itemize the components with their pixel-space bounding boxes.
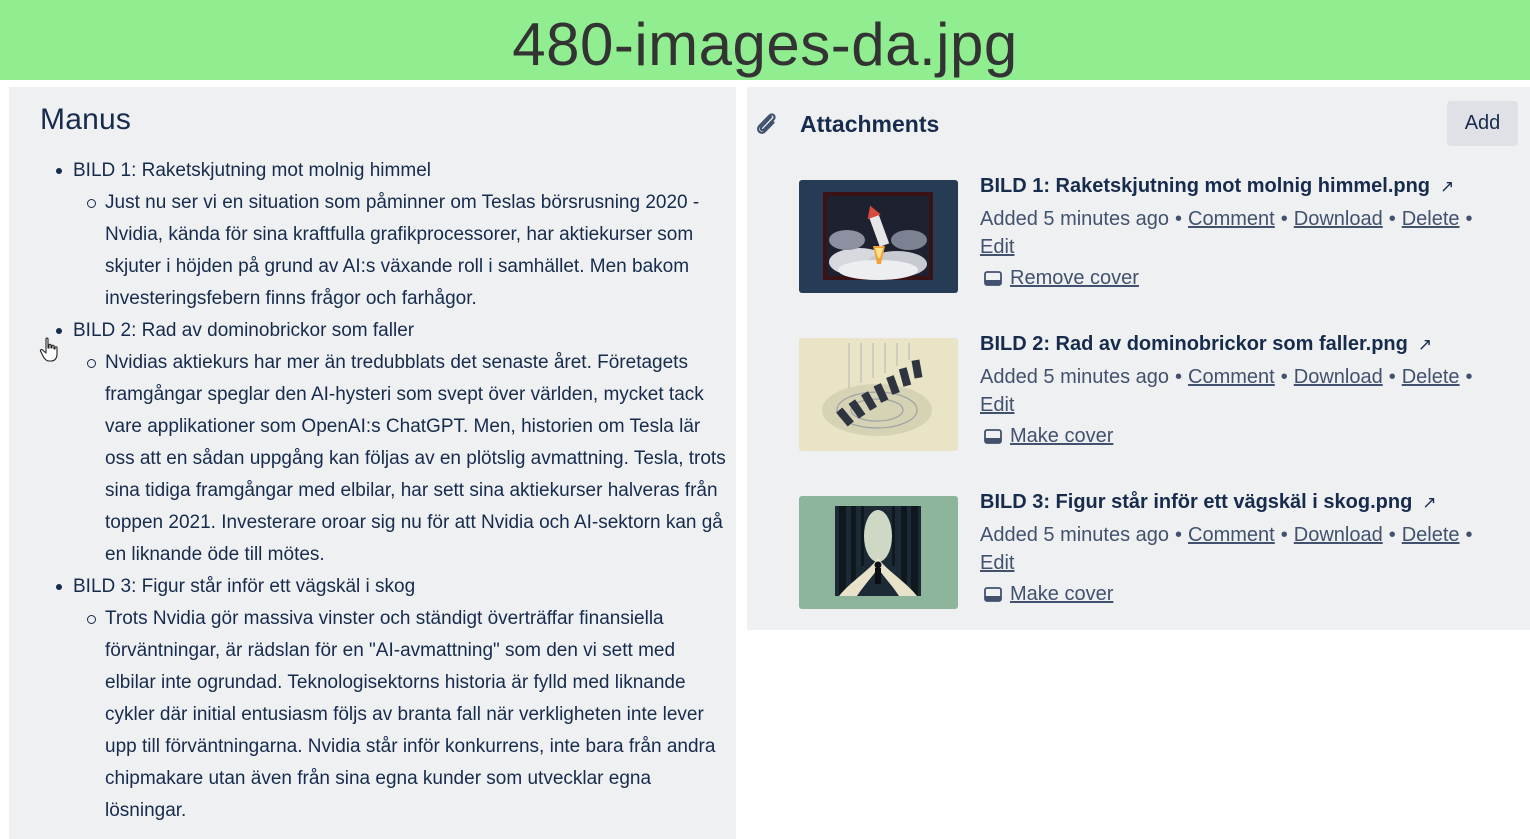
edit-link[interactable]: Edit — [980, 236, 1014, 258]
attachments-title: Attachments — [800, 111, 940, 137]
delete-link[interactable]: Delete — [1402, 208, 1460, 230]
download-link[interactable]: Download — [1294, 366, 1383, 388]
manus-item-text: Trots Nvidia gör massiva vinster och stä… — [9, 603, 736, 827]
card-cover-icon — [984, 271, 1002, 286]
manus-item-label: BILD 3: Figur står inför ett vägskäl i s… — [9, 571, 736, 603]
attachment-item: BILD 3: Figur står inför ett vägskäl i s… — [799, 491, 1519, 611]
comment-link[interactable]: Comment — [1188, 524, 1275, 546]
banner-title: 480-images-da.jpg — [512, 11, 1018, 78]
manus-item-text: Nvidias aktiekurs har mer än tredubblats… — [9, 347, 736, 571]
manus-panel: Manus BILD 1: Raketskjutning mot molnig … — [9, 87, 736, 839]
external-link-icon[interactable]: ↗ — [1418, 335, 1432, 354]
rocket-launch-thumbnail[interactable] — [799, 180, 958, 293]
hand-pointer-icon — [39, 337, 58, 362]
edit-link[interactable]: Edit — [980, 552, 1014, 574]
edit-link[interactable]: Edit — [980, 394, 1014, 416]
download-link[interactable]: Download — [1294, 524, 1383, 546]
manus-title: Manus — [40, 103, 132, 136]
external-link-icon[interactable]: ↗ — [1422, 493, 1436, 512]
make-cover-link[interactable]: Make cover — [1010, 583, 1113, 605]
paperclip-icon — [757, 113, 776, 134]
attachment-name[interactable]: BILD 3: Figur står inför ett vägskäl i s… — [980, 491, 1437, 514]
manus-item-label: BILD 1: Raketskjutning mot molnig himmel — [9, 155, 736, 187]
add-attachment-button[interactable]: Add — [1447, 101, 1518, 146]
falling-dominoes-thumbnail[interactable] — [799, 338, 958, 451]
manus-list: BILD 1: Raketskjutning mot molnig himmel… — [9, 155, 736, 827]
cover-action[interactable]: Make cover — [984, 583, 1113, 606]
attachment-meta: Added 5 minutes ago • Comment • Download • Del… — [980, 366, 1473, 416]
attachment-item: BILD 2: Rad av dominobrickor som faller.… — [799, 333, 1519, 453]
external-link-icon[interactable]: ↗ — [1440, 177, 1454, 196]
cover-action[interactable]: Remove cover — [984, 267, 1139, 290]
manus-item-label: BILD 2: Rad av dominobrickor som faller — [9, 315, 736, 347]
attachments-panel: Attachments Add BILD 1: Raketskjutning m… — [747, 87, 1530, 630]
card-cover-icon — [984, 587, 1002, 602]
card-cover-icon — [984, 429, 1002, 444]
attachment-name[interactable]: BILD 2: Rad av dominobrickor som faller.… — [980, 333, 1432, 356]
download-link[interactable]: Download — [1294, 208, 1383, 230]
attachment-meta: Added 5 minutes ago • Comment • Download • Del… — [980, 208, 1473, 258]
remove-cover-link[interactable]: Remove cover — [1010, 267, 1139, 289]
delete-link[interactable]: Delete — [1402, 366, 1460, 388]
cover-action[interactable]: Make cover — [984, 425, 1113, 448]
attachment-item: BILD 1: Raketskjutning mot molnig himmel… — [799, 175, 1519, 295]
attachment-name[interactable]: BILD 1: Raketskjutning mot molnig himmel… — [980, 175, 1454, 198]
attachment-meta: Added 5 minutes ago • Comment • Download • Del… — [980, 524, 1473, 574]
manus-item-text: Just nu ser vi en situation som påminner… — [9, 187, 736, 315]
comment-link[interactable]: Comment — [1188, 208, 1275, 230]
filename-banner: 480-images-da.jpg — [0, 0, 1530, 80]
delete-link[interactable]: Delete — [1402, 524, 1460, 546]
forest-crossroads-thumbnail[interactable] — [799, 496, 958, 609]
make-cover-link[interactable]: Make cover — [1010, 425, 1113, 447]
comment-link[interactable]: Comment — [1188, 366, 1275, 388]
